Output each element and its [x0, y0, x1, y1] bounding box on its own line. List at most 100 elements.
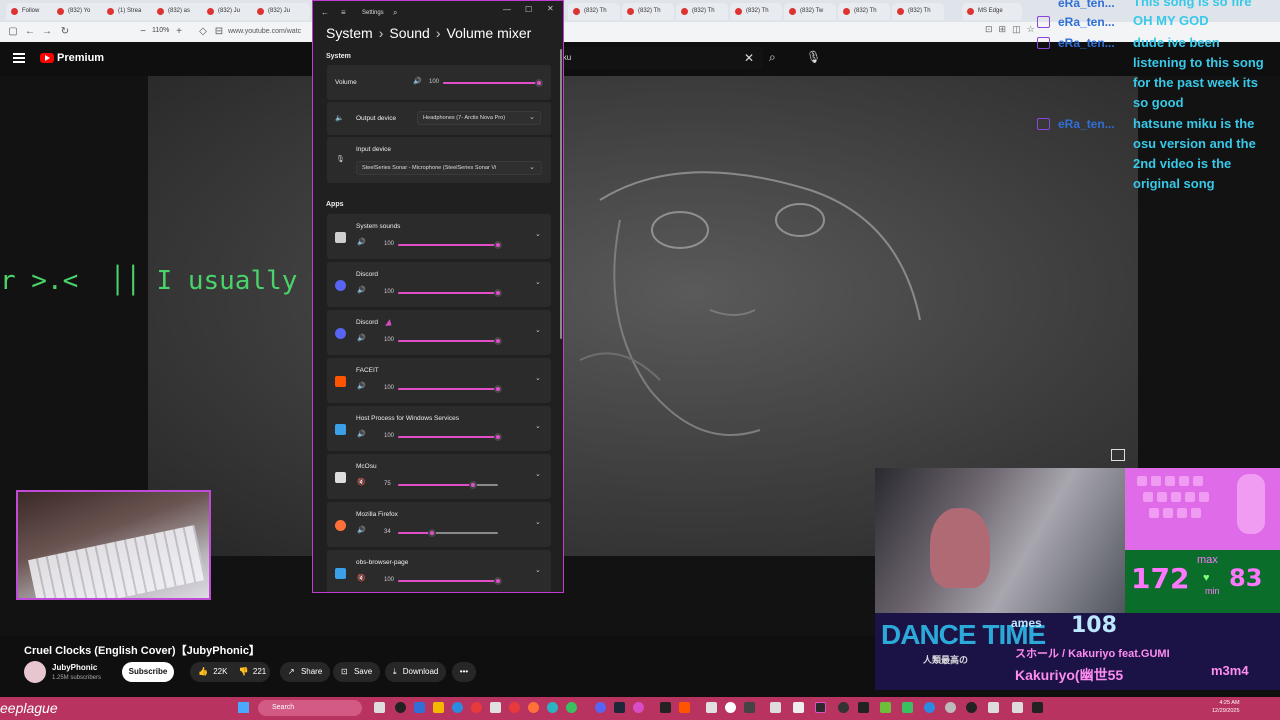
app-icon[interactable] — [770, 702, 781, 713]
close-icon[interactable]: ✕ — [547, 4, 554, 13]
speaker-muted-icon[interactable]: 🔇 — [357, 478, 366, 486]
app-icon[interactable] — [880, 702, 891, 713]
thumbs-up-icon[interactable]: 👍 — [198, 667, 208, 676]
chevron-down-icon[interactable]: ⌄ — [535, 326, 541, 334]
scrollbar[interactable] — [560, 49, 562, 339]
app-icon[interactable] — [1012, 702, 1023, 713]
speaker-icon[interactable]: 🔊 — [357, 334, 366, 342]
task-view-icon[interactable] — [374, 702, 385, 713]
search-icon[interactable]: ⌕ — [393, 8, 397, 18]
chevron-down-icon[interactable]: ⌄ — [535, 278, 541, 286]
avatar[interactable] — [24, 661, 46, 683]
slider-thumb[interactable] — [494, 433, 502, 441]
miniplayer-expand-icon[interactable] — [1111, 449, 1125, 461]
microphone-icon[interactable]: 🎙 — [806, 50, 821, 64]
app-icon[interactable] — [490, 702, 501, 713]
slider-thumb[interactable] — [494, 577, 502, 585]
speaker-icon[interactable]: 🔊 — [357, 286, 366, 294]
speaker-icon[interactable]: 🔊 — [413, 77, 422, 85]
search-icon[interactable]: ⌕ — [769, 50, 776, 65]
back-icon[interactable]: ← — [321, 8, 329, 17]
thumbs-down-icon[interactable]: 👎 — [239, 667, 249, 676]
slider-thumb[interactable] — [494, 289, 502, 297]
channel-name[interactable]: JubyPhonic — [52, 663, 97, 672]
browser-tab[interactable]: (832) Th — [622, 3, 674, 20]
app-volume-slider[interactable] — [398, 529, 498, 537]
slider-thumb[interactable] — [494, 337, 502, 345]
gear-icon[interactable] — [945, 702, 956, 713]
app-icon[interactable] — [706, 702, 717, 713]
menu-icon[interactable]: ≡ — [341, 8, 346, 17]
app-icon[interactable] — [902, 702, 913, 713]
chevron-down-icon[interactable]: ⌄ — [535, 470, 541, 478]
master-volume-slider[interactable] — [443, 79, 543, 87]
app-icon[interactable] — [547, 702, 558, 713]
app-volume-slider[interactable] — [398, 577, 502, 585]
clear-search-icon[interactable]: ✕ — [744, 51, 754, 65]
speaker-icon[interactable]: 🔊 — [357, 382, 366, 390]
maximize-icon[interactable]: ☐ — [525, 5, 532, 14]
subscribe-button[interactable]: Subscribe — [122, 662, 174, 682]
app-icon[interactable] — [414, 702, 425, 713]
app-icon[interactable] — [471, 702, 482, 713]
app-icon[interactable] — [395, 702, 406, 713]
download-button[interactable]: ⤓ Download — [385, 662, 447, 682]
app-icon[interactable] — [924, 702, 935, 713]
slider-thumb[interactable] — [469, 481, 477, 489]
browser-extension-icons[interactable]: ⊡⊞◫☆ — [985, 24, 1041, 35]
minimize-icon[interactable]: — — [503, 5, 511, 14]
app-icon[interactable] — [858, 702, 869, 713]
sidebar-toggle-icon[interactable]: ▢ — [6, 25, 20, 39]
shield-icon[interactable]: ◇ — [196, 25, 210, 39]
back-icon[interactable]: ← — [23, 25, 37, 39]
app-icon[interactable] — [838, 702, 849, 713]
like-count[interactable]: 22K — [213, 667, 227, 676]
steam-icon[interactable] — [614, 702, 625, 713]
search-input[interactable]: iku — [553, 47, 763, 69]
browser-tab[interactable]: (832) Th — [892, 3, 944, 20]
slider-thumb[interactable] — [494, 241, 502, 249]
chrome-icon[interactable] — [566, 702, 577, 713]
window-titlebar[interactable]: ← ≡ Settings ⌕ — ☐ ✕ — [313, 1, 563, 23]
address-bar[interactable]: www.youtube.com/watc — [228, 25, 318, 39]
more-actions-button[interactable]: ••• — [452, 662, 476, 682]
app-volume-slider[interactable] — [398, 337, 502, 345]
browser-tab[interactable]: (832) Th — [568, 3, 620, 20]
file-explorer-icon[interactable] — [433, 702, 444, 713]
speaker-muted-icon[interactable]: 🔇 — [357, 574, 366, 582]
app-icon[interactable] — [633, 702, 644, 713]
dislike-count[interactable]: 221 — [253, 667, 266, 676]
app-volume-slider[interactable] — [398, 289, 502, 297]
zoom-out-icon[interactable]: − — [136, 25, 150, 39]
browser-tab[interactable]: (832) Th — [730, 3, 782, 20]
firefox-icon[interactable] — [528, 702, 539, 713]
chevron-down-icon[interactable]: ⌄ — [535, 566, 541, 574]
slider-thumb[interactable] — [428, 529, 436, 537]
chevron-down-icon[interactable]: ⌄ — [535, 518, 541, 526]
faceit-icon[interactable] — [679, 702, 690, 713]
forward-icon[interactable]: → — [40, 25, 54, 39]
system-clock[interactable]: 4:25 AM 12/29/2025 — [1212, 699, 1240, 715]
youtube-logo-icon[interactable] — [40, 53, 54, 63]
app-volume-slider[interactable] — [398, 241, 502, 249]
edge-icon[interactable] — [452, 702, 463, 713]
reload-icon[interactable]: ↻ — [58, 25, 72, 39]
input-device-select[interactable]: SteelSeries Sonar - Microphone (SteelSer… — [356, 161, 542, 175]
app-volume-slider[interactable] — [398, 481, 498, 489]
chevron-down-icon[interactable]: ⌄ — [535, 374, 541, 382]
chevron-down-icon[interactable]: ⌄ — [535, 230, 541, 238]
share-button[interactable]: ↗ Share — [280, 662, 331, 682]
chevron-down-icon[interactable]: ⌄ — [535, 422, 541, 430]
speaker-icon[interactable]: 🔊 — [357, 526, 366, 534]
settings-app-icon[interactable] — [815, 702, 826, 713]
app-icon[interactable] — [725, 702, 736, 713]
app-icon[interactable] — [660, 702, 671, 713]
speaker-icon[interactable]: 🔊 — [357, 238, 366, 246]
app-volume-slider[interactable] — [398, 433, 502, 441]
app-icon[interactable] — [793, 702, 804, 713]
youtube-premium-label[interactable]: Premium — [57, 52, 104, 64]
breadcrumb-sound[interactable]: Sound — [389, 25, 429, 41]
app-icon[interactable] — [1032, 702, 1043, 713]
browser-tab[interactable]: (832) Tw — [784, 3, 836, 20]
taskbar-search[interactable]: Search — [258, 700, 362, 716]
